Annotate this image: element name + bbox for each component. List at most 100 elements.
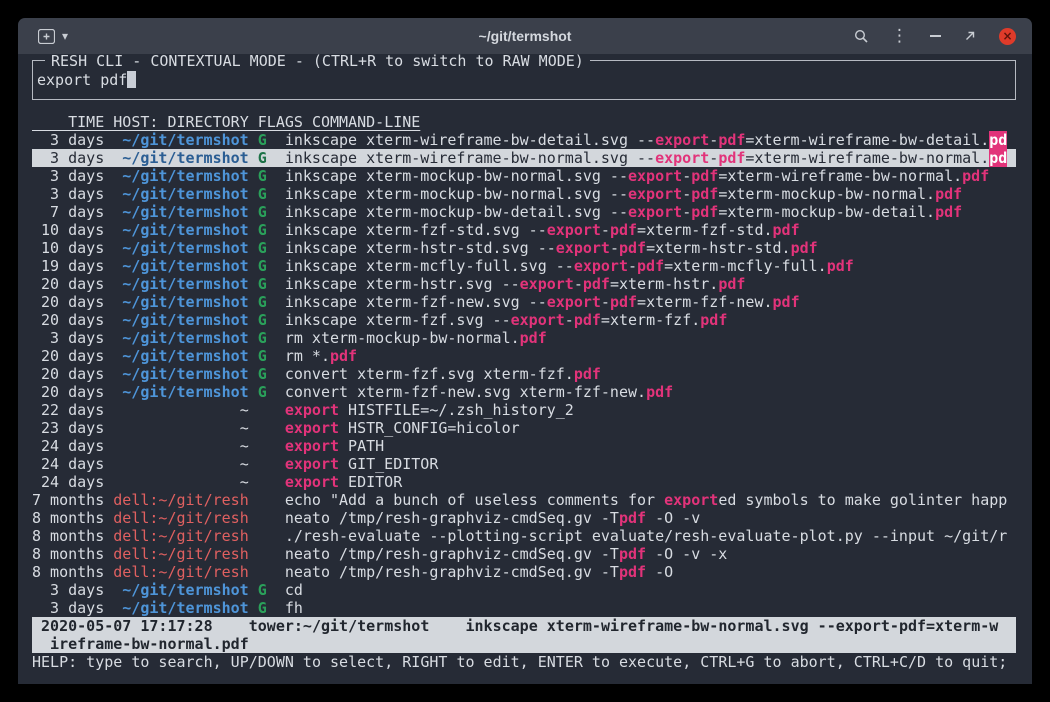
command-text: fh	[285, 599, 303, 617]
history-row[interactable]: 3 days ~/git/termshot G inkscape xterm-m…	[32, 185, 1016, 203]
search-match: pdf	[718, 131, 745, 149]
search-match: pdf	[520, 329, 547, 347]
row-command: rm *.pdf	[285, 347, 357, 365]
minimize-button[interactable]	[930, 35, 941, 37]
row-command: inkscape xterm-mockup-bw-detail.svg --ex…	[285, 203, 962, 221]
history-row[interactable]: 7 days ~/git/termshot G inkscape xterm-m…	[32, 203, 1016, 221]
history-row[interactable]: 10 days ~/git/termshot G inkscape xterm-…	[32, 221, 1016, 239]
row-time: 3 days	[32, 185, 104, 203]
history-row[interactable]: 7 months dell:~/git/resh echo "Add a bun…	[32, 491, 1016, 509]
dropdown-caret-icon[interactable]: ▾	[62, 29, 68, 43]
history-row[interactable]: 8 months dell:~/git/resh neato /tmp/resh…	[32, 509, 1016, 527]
row-command: export HSTR_CONFIG=hicolor	[285, 419, 520, 437]
row-command: inkscape xterm-hstr-std.svg --export-pdf…	[285, 239, 818, 257]
row-command: neato /tmp/resh-graphviz-cmdSeq.gv -Tpdf…	[285, 509, 700, 527]
search-match: export	[547, 221, 601, 239]
row-flags: G	[258, 275, 267, 293]
new-terminal-icon[interactable]	[38, 29, 55, 44]
search-icon[interactable]	[854, 29, 869, 44]
row-host-dir: ~/git/termshot	[113, 347, 248, 365]
command-text: -O -v -x	[646, 545, 727, 563]
table-header: TIME HOST: DIRECTORY FLAGS COMMAND-LINE	[32, 113, 1016, 131]
history-row[interactable]: 24 days ~ export PATH	[32, 437, 1016, 455]
history-row[interactable]: 8 months dell:~/git/resh ./resh-evaluate…	[32, 527, 1016, 545]
row-time: 3 days	[32, 167, 104, 185]
row-flags: G	[258, 383, 267, 401]
row-command: inkscape xterm-mockup-bw-normal.svg --ex…	[285, 167, 989, 185]
history-row[interactable]: 10 days ~/git/termshot G inkscape xterm-…	[32, 239, 1016, 257]
command-text: inkscape xterm-mockup-bw-normal.svg --	[285, 185, 628, 203]
history-row[interactable]: 23 days ~ export HSTR_CONFIG=hicolor	[32, 419, 1016, 437]
row-time: 10 days	[32, 239, 104, 257]
close-button[interactable]: ×	[999, 28, 1016, 45]
row-time: 24 days	[32, 473, 104, 491]
search-match: export	[520, 275, 574, 293]
row-command: convert xterm-fzf.svg xterm-fzf.pdf	[285, 365, 601, 383]
command-text: inkscape xterm-mockup-bw-detail.svg --	[285, 203, 628, 221]
history-row[interactable]: 22 days ~ export HISTFILE=~/.zsh_history…	[32, 401, 1016, 419]
row-flags: G	[258, 365, 267, 383]
restore-button[interactable]	[963, 29, 977, 43]
command-text: inkscape xterm-wireframe-bw-normal.svg -…	[285, 149, 655, 167]
history-row[interactable]: 24 days ~ export EDITOR	[32, 473, 1016, 491]
command-text: echo "Add a bunch of useless comments fo…	[285, 491, 664, 509]
history-row[interactable]: 20 days ~/git/termshot G inkscape xterm-…	[32, 311, 1016, 329]
row-flags: G	[258, 257, 267, 275]
command-text: =xterm-mcfly-full.	[664, 257, 827, 275]
command-text: rm *.	[285, 347, 330, 365]
history-row[interactable]: 8 months dell:~/git/resh neato /tmp/resh…	[32, 545, 1016, 563]
titlebar: ▾ ~/git/termshot ⋮ ×	[18, 18, 1032, 54]
command-text: inkscape xterm-fzf-new.svg --	[285, 293, 547, 311]
command-text: HSTR_CONFIG=hicolor	[339, 419, 520, 437]
command-text: rm xterm-mockup-bw-normal.	[285, 329, 520, 347]
command-text: HISTFILE=~/.zsh_history_2	[339, 401, 574, 419]
history-row[interactable]: 20 days ~/git/termshot G inkscape xterm-…	[32, 275, 1016, 293]
command-text: =xterm-wireframe-bw-detail.	[745, 131, 989, 149]
history-row[interactable]: 8 months dell:~/git/resh neato /tmp/resh…	[32, 563, 1016, 581]
search-box: RESH CLI - CONTEXTUAL MODE - (CTRL+R to …	[32, 60, 1016, 100]
row-time: 8 months	[32, 563, 104, 581]
command-text: =xterm-fzf-new.	[637, 293, 772, 311]
row-host-dir: ~/git/termshot	[113, 329, 248, 347]
row-host-dir: ~/git/termshot	[113, 239, 248, 257]
menu-kebab-icon[interactable]: ⋮	[891, 28, 908, 45]
command-text: cd	[285, 581, 303, 599]
row-host-dir: ~/git/termshot	[113, 383, 248, 401]
history-row[interactable]: 20 days ~/git/termshot G rm *.pdf	[32, 347, 1016, 365]
row-command: inkscape xterm-hstr.svg --export-pdf=xte…	[285, 275, 746, 293]
search-match: export	[547, 293, 601, 311]
search-match: pdf	[935, 203, 962, 221]
history-row[interactable]: 3 days ~/git/termshot G fh	[32, 599, 1016, 617]
row-command: neato /tmp/resh-graphviz-cmdSeq.gv -Tpdf…	[285, 545, 728, 563]
search-match: pdf	[718, 275, 745, 293]
row-time: 3 days	[32, 581, 104, 599]
row-command: export GIT_EDITOR	[285, 455, 439, 473]
row-host-dir: ~/git/termshot	[113, 257, 248, 275]
command-text: neato /tmp/resh-graphviz-cmdSeq.gv -T	[285, 545, 619, 563]
history-row[interactable]: 3 days ~/git/termshot G inkscape xterm-m…	[32, 167, 1016, 185]
row-flags: G	[258, 131, 267, 149]
history-row[interactable]: 24 days ~ export GIT_EDITOR	[32, 455, 1016, 473]
history-row[interactable]: 20 days ~/git/termshot G convert xterm-f…	[32, 383, 1016, 401]
row-time: 22 days	[32, 401, 104, 419]
history-row[interactable]: 3 days ~/git/termshot G cd	[32, 581, 1016, 599]
row-host-dir: ~/git/termshot	[113, 311, 248, 329]
row-time: 23 days	[32, 419, 104, 437]
search-match: pdf	[610, 221, 637, 239]
search-input[interactable]: export pdf	[37, 71, 136, 89]
history-row[interactable]: 20 days ~/git/termshot G convert xterm-f…	[32, 365, 1016, 383]
command-text: -	[628, 257, 637, 275]
search-match: export	[511, 311, 565, 329]
row-host-dir: ~/git/termshot	[113, 185, 248, 203]
history-row[interactable]: 19 days ~/git/termshot G inkscape xterm-…	[32, 257, 1016, 275]
command-text: -	[709, 131, 718, 149]
row-host-dir: ~	[113, 455, 248, 473]
history-row-selected[interactable]: 3 days ~/git/termshot G inkscape xterm-w…	[32, 149, 1016, 167]
history-row[interactable]: 3 days ~/git/termshot G inkscape xterm-w…	[32, 131, 1016, 149]
row-flags: G	[258, 347, 267, 365]
command-text: -	[682, 167, 691, 185]
row-host-dir: ~	[113, 419, 248, 437]
history-row[interactable]: 3 days ~/git/termshot G rm xterm-mockup-…	[32, 329, 1016, 347]
history-row[interactable]: 20 days ~/git/termshot G inkscape xterm-…	[32, 293, 1016, 311]
row-command: convert xterm-fzf-new.svg xterm-fzf-new.…	[285, 383, 673, 401]
